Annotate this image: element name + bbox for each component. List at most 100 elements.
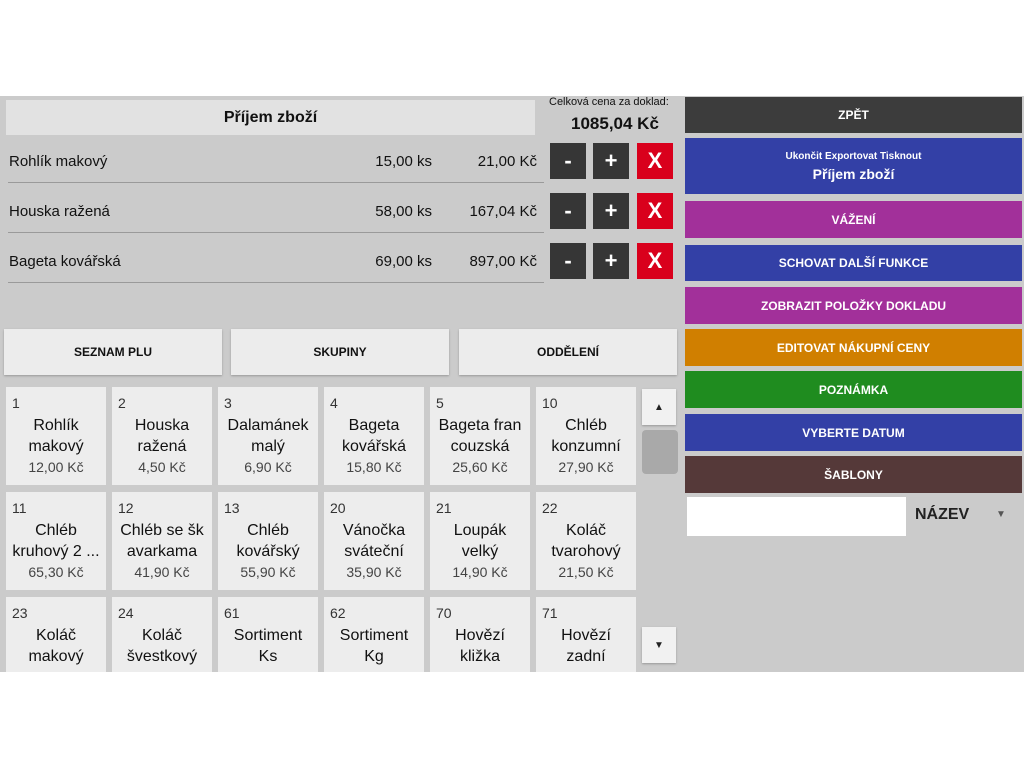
product-name-line: zadní [566, 648, 606, 665]
product-name-line: konzumní [551, 438, 621, 455]
scroll-up-button[interactable]: ▲ [642, 389, 676, 425]
product-name-line: sváteční [344, 543, 404, 560]
product-tile[interactable]: 22 Koláč tvarohový 21,50 Kč [536, 492, 636, 590]
line-divider [8, 232, 544, 233]
product-tile[interactable]: 12 Chléb se šk avarkama 41,90 Kč [112, 492, 212, 590]
total-label: Celková cena za doklad: [549, 96, 669, 108]
tab-groups[interactable]: SKUPINY [231, 329, 449, 375]
remove-button[interactable]: X [637, 243, 673, 279]
product-name: Hovězí zadní [536, 625, 636, 667]
product-tile[interactable]: 3 Dalamánek malý 6,90 Kč [218, 387, 318, 485]
product-name-line: ražená [137, 438, 187, 455]
product-name-line: Houska [134, 417, 190, 434]
product-price: 41,90 Kč [134, 564, 190, 580]
product-name: Koláč tvarohový [536, 520, 636, 562]
remove-button[interactable]: X [637, 193, 673, 229]
product-name: Dalamánek malý [218, 415, 318, 457]
product-name: Rohlík makový [6, 415, 106, 457]
product-code: 2 [118, 395, 126, 411]
product-name-line: Vánočka [342, 522, 406, 539]
product-name: Bageta fran couzská [430, 415, 530, 457]
weighing-button[interactable]: VÁŽENÍ [685, 201, 1022, 238]
tab-plu-list[interactable]: SEZNAM PLU [4, 329, 222, 375]
line-quantity: 15,00 ks [375, 153, 432, 170]
line-price: 21,00 Kč [477, 153, 537, 170]
product-name: Houska ražená [112, 415, 212, 457]
product-code: 61 [224, 605, 240, 621]
decrease-button[interactable]: - [550, 243, 586, 279]
product-name: Chléb kovářský [218, 520, 318, 562]
templates-button[interactable]: ŠABLONY [685, 456, 1022, 493]
product-tile[interactable]: 70 Hovězí kližka [430, 597, 530, 672]
product-name-line: Chléb [247, 522, 289, 539]
product-tile[interactable]: 2 Houska ražená 4,50 Kč [112, 387, 212, 485]
product-tile[interactable]: 20 Vánočka sváteční 35,90 Kč [324, 492, 424, 590]
product-tile[interactable]: 13 Chléb kovářský 55,90 Kč [218, 492, 318, 590]
product-name-line: Hovězí [455, 627, 505, 644]
hide-functions-button[interactable]: SCHOVAT DALŠÍ FUNKCE [685, 245, 1022, 281]
product-price: 25,60 Kč [452, 459, 508, 475]
product-grid: 1 Rohlík makový 12,00 Kč 2 Houska ražená 4… [6, 387, 638, 672]
chevron-down-icon[interactable]: ▼ [996, 509, 1006, 520]
product-name-line: Chléb [35, 522, 77, 539]
increase-button[interactable]: + [593, 193, 629, 229]
product-tile[interactable]: 62 Sortiment Kg [324, 597, 424, 672]
scroll-down-button[interactable]: ▼ [642, 627, 676, 663]
product-price: 21,50 Kč [558, 564, 614, 580]
product-tile[interactable]: 21 Loupák velký 14,90 Kč [430, 492, 530, 590]
search-input[interactable] [687, 497, 906, 536]
product-name-line: Dalamánek [227, 417, 309, 434]
remove-button[interactable]: X [637, 143, 673, 179]
product-name-line: Bageta [348, 417, 400, 434]
decrease-button[interactable]: - [550, 193, 586, 229]
decrease-button[interactable]: - [550, 143, 586, 179]
document-line: Houska ražená 58,00 ks 167,04 Kč - + X [0, 191, 680, 241]
product-name-line: kovářská [341, 438, 407, 455]
product-code: 10 [542, 395, 558, 411]
product-name-line: Rohlík [33, 417, 79, 434]
product-tile[interactable]: 4 Bageta kovářská 15,80 Kč [324, 387, 424, 485]
line-name: Houska ražená [9, 203, 110, 220]
product-code: 12 [118, 500, 134, 516]
increase-button[interactable]: + [593, 243, 629, 279]
line-quantity: 58,00 ks [375, 203, 432, 220]
product-code: 24 [118, 605, 134, 621]
back-button[interactable]: ZPĚT [685, 97, 1022, 133]
edit-purchase-prices-button[interactable]: EDITOVAT NÁKUPNÍ CENY [685, 329, 1022, 366]
tab-departments[interactable]: ODDĚLENÍ [459, 329, 677, 375]
product-tile[interactable]: 23 Koláč makový [6, 597, 106, 672]
product-name-line: Chléb se šk [120, 522, 204, 539]
product-name-line: Sortiment [233, 627, 303, 644]
choose-date-button[interactable]: VYBERTE DATUM [685, 414, 1022, 451]
sort-select[interactable]: NÁZEV [915, 506, 969, 524]
product-tile[interactable]: 61 Sortiment Ks [218, 597, 318, 672]
product-name: Chléb konzumní [536, 415, 636, 457]
product-price: 15,80 Kč [346, 459, 402, 475]
product-code: 22 [542, 500, 558, 516]
product-name: Chléb kruhový 2 ... [6, 520, 106, 562]
product-tile[interactable]: 24 Koláč švestkový [112, 597, 212, 672]
product-tile[interactable]: 11 Chléb kruhový 2 ... 65,30 Kč [6, 492, 106, 590]
product-name-line: kovářský [236, 543, 300, 560]
product-tile[interactable]: 10 Chléb konzumní 27,90 Kč [536, 387, 636, 485]
line-name: Bageta kovářská [9, 253, 121, 270]
product-name-line: malý [251, 438, 285, 455]
show-document-items-button[interactable]: ZOBRAZIT POLOŽKY DOKLADU [685, 287, 1022, 324]
product-name-line: Chléb [565, 417, 607, 434]
product-name: Chléb se šk avarkama [112, 520, 212, 562]
finish-document-title: Příjem zboží [812, 165, 895, 182]
product-name-line: Koláč [141, 627, 183, 644]
note-button[interactable]: POZNÁMKA [685, 371, 1022, 408]
scrollbar-thumb[interactable] [642, 430, 678, 474]
increase-button[interactable]: + [593, 143, 629, 179]
product-price: 65,30 Kč [28, 564, 84, 580]
product-name-line: kruhový 2 ... [12, 543, 100, 560]
product-name-line: Sortiment [339, 627, 409, 644]
product-tile[interactable]: 5 Bageta fran couzská 25,60 Kč [430, 387, 530, 485]
product-tile[interactable]: 1 Rohlík makový 12,00 Kč [6, 387, 106, 485]
product-name-line: kližka [459, 648, 500, 665]
product-price: 12,00 Kč [28, 459, 84, 475]
product-tile[interactable]: 71 Hovězí zadní [536, 597, 636, 672]
product-name: Vánočka sváteční [324, 520, 424, 562]
finish-document-button[interactable]: Ukončit Exportovat Tisknout Příjem zboží [685, 138, 1022, 194]
